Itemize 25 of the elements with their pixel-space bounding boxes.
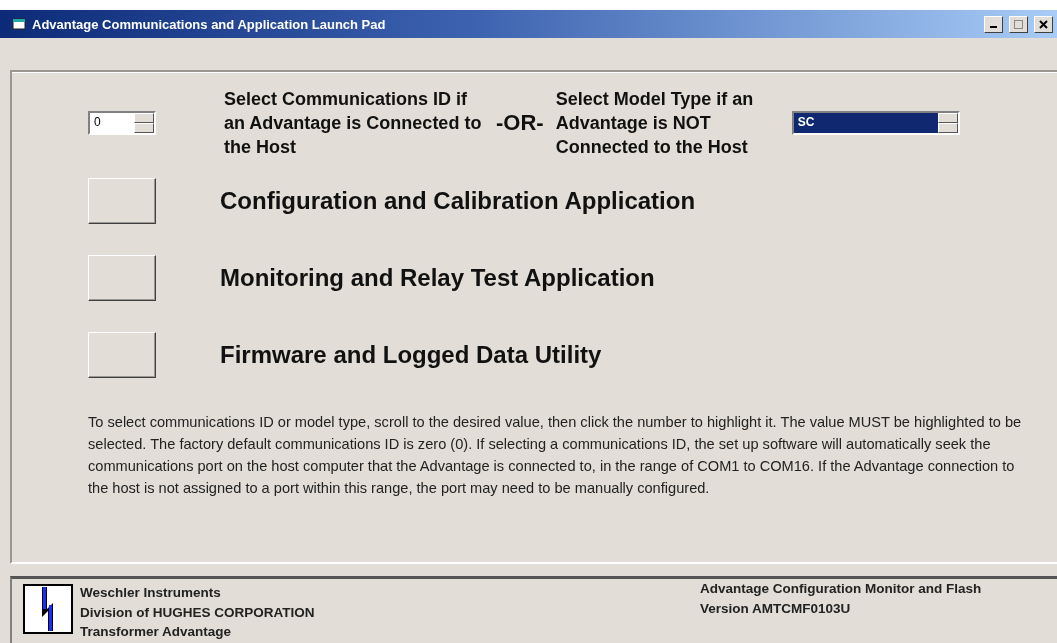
launch-button[interactable] [88, 331, 156, 378]
spin-box[interactable]: SC [791, 111, 960, 135]
application-label: Configuration and Calibration Application [220, 186, 696, 215]
application-label: Monitoring and Relay Test Application [220, 263, 655, 292]
application-label: Firmware and Logged Data Utility [220, 340, 602, 369]
company-text: Division of HUGHES CORPORATION [80, 603, 316, 622]
minimize-button[interactable] [984, 15, 1003, 33]
close-button[interactable] [1034, 15, 1053, 33]
or-label: -OR- [496, 110, 544, 136]
window-icon [12, 18, 26, 30]
launch-button[interactable] [88, 177, 156, 224]
launch-button[interactable] [88, 254, 156, 301]
close-icon [1039, 19, 1048, 29]
instructions-text: To select communications ID or model type, scroll to the desired value, then click the number to highlight it. The value MUST be highlighted to be selected. The factory default communications ID is zero (0). If selecting a communications ID, the set up software will automatically seek the communications port on the host computer that the Advantage is connected to, in the range of COM1 to COM16. If the Advantage connection to the host is not assigned to a port within this range, the port may need to be manually configured. [88, 413, 1023, 498]
model-type-label: Select Model Type if an Advantage is NOT Connected to the Host [555, 88, 755, 159]
company-text: Weschler Instruments [80, 584, 222, 602]
maximize-icon [1014, 19, 1023, 29]
spin-box[interactable]: 0 [88, 111, 156, 135]
maximize-button[interactable] [1009, 15, 1028, 33]
comm-id-label: Select Communications ID if an Advantage is Connected to the Host [224, 88, 482, 159]
company-text: Transformer Advantage [80, 623, 233, 641]
product-text: Version AMTCMF0103U [700, 599, 852, 618]
window-title: Advantage Communications and Application Launch Pad [32, 16, 387, 32]
logo-icon [22, 583, 74, 635]
product-text: Advantage Configuration Monitor and Flash [700, 580, 982, 598]
